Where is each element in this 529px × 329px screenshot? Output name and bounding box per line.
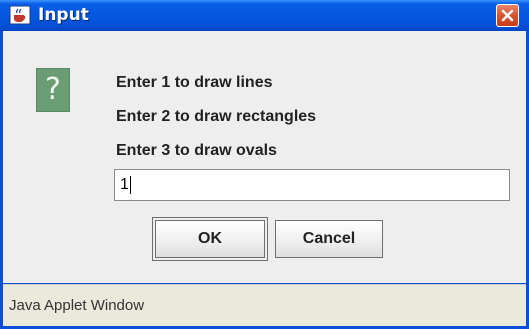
text-caret — [129, 175, 131, 194]
applet-warning-text: Java Applet Window — [9, 297, 145, 314]
question-glyph: ? — [45, 72, 61, 107]
window-title: Input — [38, 5, 89, 25]
close-button[interactable] — [496, 4, 519, 27]
ok-button[interactable]: OK — [152, 217, 268, 261]
message-line-3: Enter 3 to draw ovals — [116, 142, 277, 159]
input-dialog-window: Input ? Enter 1 to draw lines Enter 2 to… — [0, 0, 529, 329]
close-icon — [501, 9, 514, 22]
title-bar[interactable]: Input — [0, 0, 529, 31]
question-icon: ? — [36, 68, 70, 112]
message-line-1: Enter 1 to draw lines — [116, 74, 273, 91]
choice-input-value: 1 — [120, 176, 129, 193]
message-line-2: Enter 2 to draw rectangles — [116, 108, 317, 125]
java-cup-icon — [9, 5, 31, 25]
cancel-button[interactable]: Cancel — [275, 220, 383, 258]
applet-status-bar: Java Applet Window — [3, 284, 526, 326]
choice-input[interactable]: 1 — [114, 169, 510, 201]
